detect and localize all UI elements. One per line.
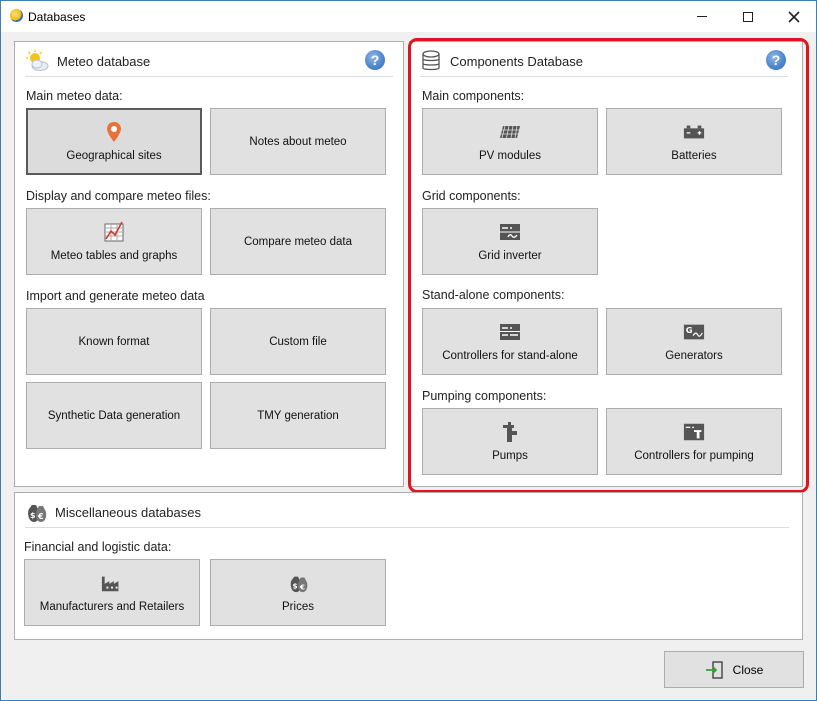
minimize-icon — [697, 16, 707, 17]
factory-icon — [101, 572, 123, 594]
tmy-generation-button[interactable]: TMY generation — [210, 382, 386, 449]
manufacturers-retailers-button[interactable]: Manufacturers and Retailers — [24, 559, 200, 626]
known-format-label: Known format — [78, 335, 150, 348]
components-highlight-box — [408, 38, 809, 493]
exit-door-icon — [705, 660, 723, 679]
svg-text:€: € — [299, 582, 305, 591]
custom-file-button[interactable]: Custom file — [210, 308, 386, 375]
geographical-sites-button[interactable]: Geographical sites — [26, 108, 202, 175]
prices-label: Prices — [282, 600, 314, 613]
meteo-help-icon[interactable]: ? — [365, 50, 385, 70]
meteo-tables-graphs-button[interactable]: Meteo tables and graphs — [26, 208, 202, 275]
close-window-button[interactable] — [771, 1, 817, 32]
display-compare-label: Display and compare meteo files: — [26, 189, 211, 203]
svg-text:$: $ — [30, 511, 36, 520]
meteo-header: Meteo database — [25, 48, 150, 74]
close-icon — [788, 10, 800, 23]
notes-about-meteo-button[interactable]: Notes about meteo — [210, 108, 386, 175]
known-format-button[interactable]: Known format — [26, 308, 202, 375]
maximize-button[interactable] — [725, 1, 771, 32]
money-bags-icon: $ € — [28, 505, 47, 522]
price-bags-icon: $ € — [287, 572, 309, 594]
misc-title: Miscellaneous databases — [55, 504, 201, 520]
notes-about-meteo-label: Notes about meteo — [249, 135, 347, 148]
meteo-panel: Meteo database ? Main meteo data: Geogra… — [14, 41, 404, 487]
misc-panel: $ € Miscellaneous databases Financial an… — [14, 492, 803, 640]
meteo-separator — [25, 76, 393, 77]
geographical-sites-label: Geographical sites — [66, 149, 162, 162]
close-button-label: Close — [732, 662, 764, 677]
svg-text:$: $ — [293, 581, 298, 590]
tmy-generation-label: TMY generation — [257, 409, 339, 422]
compare-meteo-data-label: Compare meteo data — [243, 235, 353, 248]
maximize-icon — [743, 11, 753, 22]
financial-logistic-label: Financial and logistic data: — [24, 540, 172, 554]
misc-separator — [25, 527, 789, 528]
window-title: Databases — [28, 10, 86, 24]
manufacturers-retailers-label: Manufacturers and Retailers — [39, 600, 185, 613]
app-sun-icon — [10, 9, 23, 22]
meteo-tables-graphs-label: Meteo tables and graphs — [50, 249, 178, 262]
close-button[interactable]: Close — [664, 651, 804, 688]
meteo-title: Meteo database — [57, 53, 151, 69]
custom-file-label: Custom file — [269, 335, 327, 348]
compare-meteo-data-button[interactable]: Compare meteo data — [210, 208, 386, 275]
synthetic-data-button[interactable]: Synthetic Data generation — [26, 382, 202, 449]
prices-button[interactable]: $ € Prices — [210, 559, 386, 626]
minimize-button[interactable] — [679, 1, 725, 32]
databases-window: Databases Meteo database ? Main meteo da… — [0, 0, 817, 701]
weather-sun-cloud-icon — [25, 49, 49, 71]
misc-header: $ € Miscellaneous databases — [25, 499, 201, 525]
main-meteo-label: Main meteo data: — [26, 89, 123, 103]
map-pin-icon — [103, 121, 125, 143]
title-bar: Databases — [1, 1, 816, 32]
import-generate-label: Import and generate meteo data — [26, 289, 205, 303]
svg-text:€: € — [37, 512, 44, 521]
synthetic-data-label: Synthetic Data generation — [47, 409, 181, 422]
chart-table-icon — [103, 221, 125, 243]
